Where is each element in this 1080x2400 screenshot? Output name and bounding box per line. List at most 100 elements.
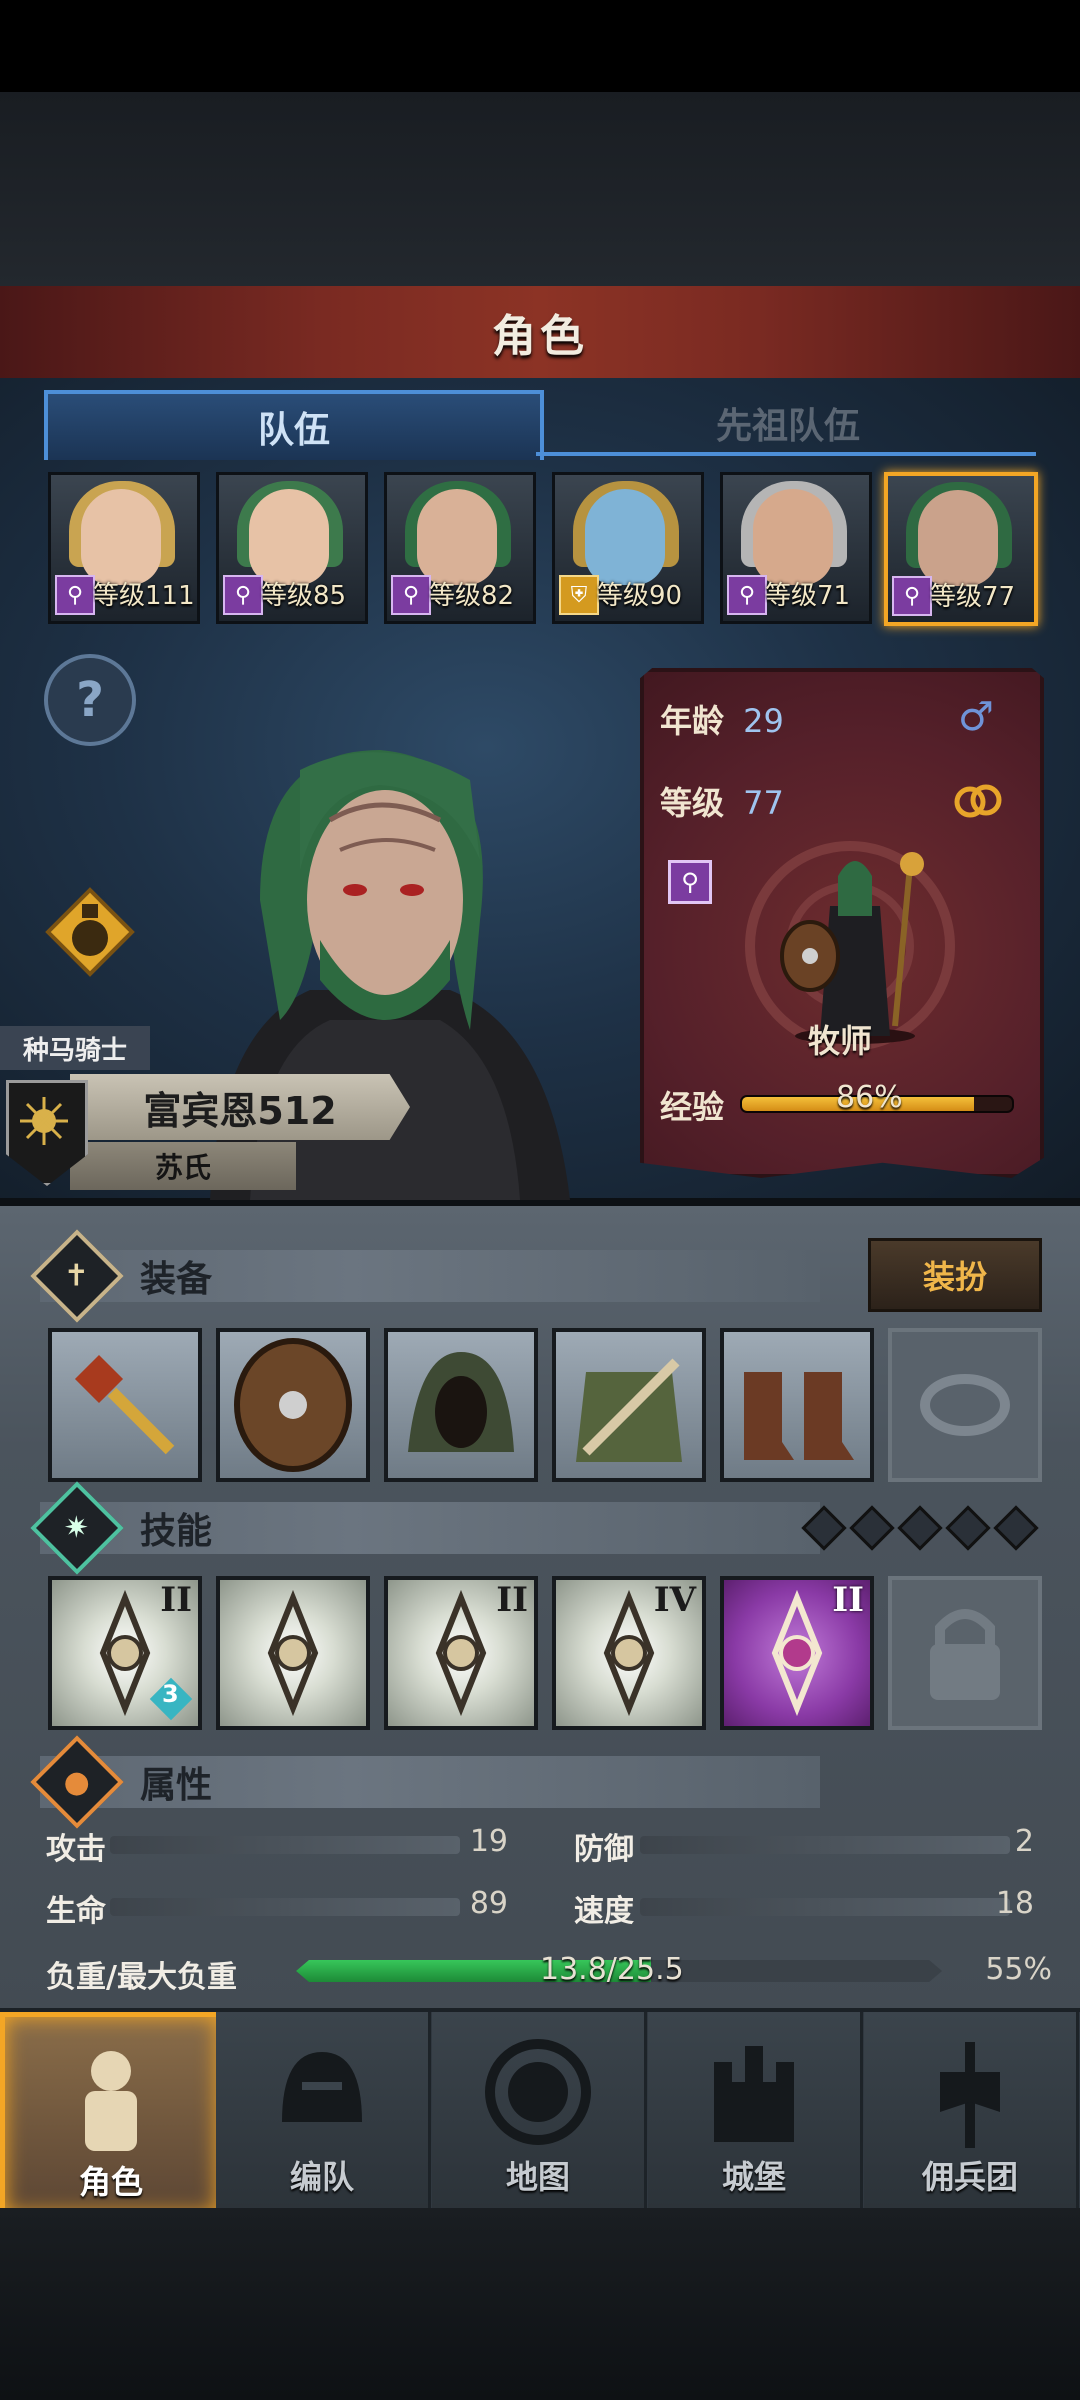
dress-up-label: 装扮 xyxy=(922,1258,987,1296)
top-backdrop xyxy=(0,92,1080,288)
tab-ancestor-party[interactable]: 先祖队伍 xyxy=(540,390,1036,456)
nav-compass[interactable]: 地图 xyxy=(432,2012,647,2208)
roster-card-2[interactable]: ⚲ 等级85 xyxy=(216,472,368,624)
equipment-title: 装备 xyxy=(140,1259,213,1300)
roster-level: 等级85 xyxy=(261,581,347,611)
staff-icon: ⚲ xyxy=(55,575,95,615)
attack-label: 攻击 xyxy=(46,1832,106,1867)
defense-label: 防御 xyxy=(574,1832,634,1867)
roster-face xyxy=(417,489,497,585)
nav-label: 编队 xyxy=(289,2158,354,2196)
attributes-title: 属性 xyxy=(140,1765,213,1806)
status-bar-area xyxy=(0,0,1080,92)
robe-icon xyxy=(576,1358,682,1462)
skill-rank: II xyxy=(832,1580,864,1620)
equipment-slot-1[interactable] xyxy=(48,1328,202,1482)
dress-up-button[interactable]: 装扮 xyxy=(868,1238,1042,1312)
equipment-slot-5[interactable] xyxy=(720,1328,874,1482)
hp-line xyxy=(110,1898,460,1916)
skill-rank: IV xyxy=(653,1580,696,1620)
roster-card-5[interactable]: ⚲ 等级71 xyxy=(720,472,872,624)
nav-label: 佣兵团 xyxy=(921,2158,1018,2196)
compass-icon xyxy=(485,2039,591,2145)
roster-card-6[interactable]: ⚲ 等级77 xyxy=(884,472,1038,626)
equipment-header: ✝ 装备 xyxy=(30,1229,820,1323)
sun-emblem-icon xyxy=(20,1097,68,1145)
equipment-slot-6[interactable] xyxy=(888,1328,1042,1482)
hp-value: 89 xyxy=(469,1886,508,1921)
skill-slot-4[interactable]: IV xyxy=(552,1576,706,1730)
skill-slot-6[interactable] xyxy=(888,1576,1042,1730)
round-shield-icon xyxy=(234,1338,352,1472)
tab-underline xyxy=(536,452,1036,456)
age-value: 29 xyxy=(743,702,784,740)
nav-label: 角色 xyxy=(78,2163,143,2201)
roster-level: 等级90 xyxy=(597,581,683,611)
age-row: 年龄 29 xyxy=(660,696,784,742)
defense-line xyxy=(640,1836,1010,1854)
potion-button[interactable] xyxy=(44,886,136,978)
class-name: 牧师 xyxy=(807,1022,872,1060)
skill-slot-2[interactable] xyxy=(216,1576,370,1730)
nav-castle[interactable]: 城堡 xyxy=(648,2012,863,2208)
skills-header: ✷ 技能 xyxy=(30,1481,820,1575)
character-name: 富宾恩512 xyxy=(143,1088,337,1133)
roster-level: 等级77 xyxy=(930,582,1016,612)
tab-party-label: 队伍 xyxy=(257,410,330,451)
tab-party[interactable]: 队伍 xyxy=(44,390,544,460)
load-text: 13.8/25.5 xyxy=(540,1952,684,1987)
equipment-slot-3[interactable] xyxy=(384,1328,538,1482)
roster-level: 等级82 xyxy=(429,581,515,611)
roster-face xyxy=(249,489,329,585)
roster-face xyxy=(585,489,665,585)
character-name-banner[interactable]: 富宾恩512 xyxy=(70,1074,410,1140)
exp-percent: 86% xyxy=(836,1080,903,1115)
shield-icon: ⛨ xyxy=(559,575,599,615)
level-row: 等级 77 xyxy=(660,778,784,824)
nav-label: 地图 xyxy=(505,2158,570,2196)
knight-icon xyxy=(85,2051,137,2151)
skill-rank: II xyxy=(160,1580,192,1620)
banner-icon xyxy=(940,2042,1000,2148)
defense-value: 2 xyxy=(1014,1824,1034,1859)
attack-value: 19 xyxy=(469,1824,508,1859)
hood-icon xyxy=(408,1352,514,1452)
skill-slot-5[interactable]: II xyxy=(720,1576,874,1730)
level-value: 77 xyxy=(743,784,784,822)
speed-label: 速度 xyxy=(574,1894,634,1929)
staff-icon: ⚲ xyxy=(391,575,431,615)
equipment-slot-2[interactable] xyxy=(216,1328,370,1482)
page-title: 角色 xyxy=(492,311,588,362)
speed-value: 18 xyxy=(995,1886,1034,1921)
roster-card-3[interactable]: ⚲ 等级82 xyxy=(384,472,536,624)
lock-icon xyxy=(930,1609,1000,1700)
question-mark-icon: ? xyxy=(76,672,104,728)
nav-helmet[interactable]: 编队 xyxy=(216,2012,431,2208)
attack-line xyxy=(110,1836,460,1854)
staff-icon: ⚲ xyxy=(223,575,263,615)
roster-face xyxy=(753,489,833,585)
equipment-slot-4[interactable] xyxy=(552,1328,706,1482)
bottom-backdrop xyxy=(0,2208,1080,2400)
hp-label: 生命 xyxy=(46,1894,106,1929)
roster-card-4[interactable]: ⛨ 等级90 xyxy=(552,472,704,624)
roster-level: 等级71 xyxy=(765,581,851,611)
exp-label: 经验 xyxy=(660,1088,725,1126)
character-title: 种马骑士 xyxy=(0,1026,150,1070)
skill-slot-3[interactable]: II xyxy=(384,1576,538,1730)
help-button[interactable]: ? xyxy=(44,654,136,746)
speed-line xyxy=(640,1898,1010,1916)
skill-badge-count: 3 xyxy=(162,1680,179,1708)
castle-icon xyxy=(714,2046,794,2142)
roster-card-1[interactable]: ⚲ 等级111 xyxy=(48,472,200,624)
skill-slot-1[interactable]: II 3 xyxy=(48,1576,202,1730)
mace-icon xyxy=(74,1354,175,1455)
nav-banner[interactable]: 佣兵团 xyxy=(864,2012,1079,2208)
load-label: 负重/最大负重 xyxy=(46,1960,237,1995)
roster-level: 等级111 xyxy=(93,581,195,611)
nav-knight[interactable]: 角色 xyxy=(0,2012,222,2218)
skills-title: 技能 xyxy=(140,1511,213,1552)
helmet-icon xyxy=(282,2052,362,2122)
level-label: 等级 xyxy=(660,784,725,822)
rings-icon[interactable] xyxy=(952,778,1004,822)
